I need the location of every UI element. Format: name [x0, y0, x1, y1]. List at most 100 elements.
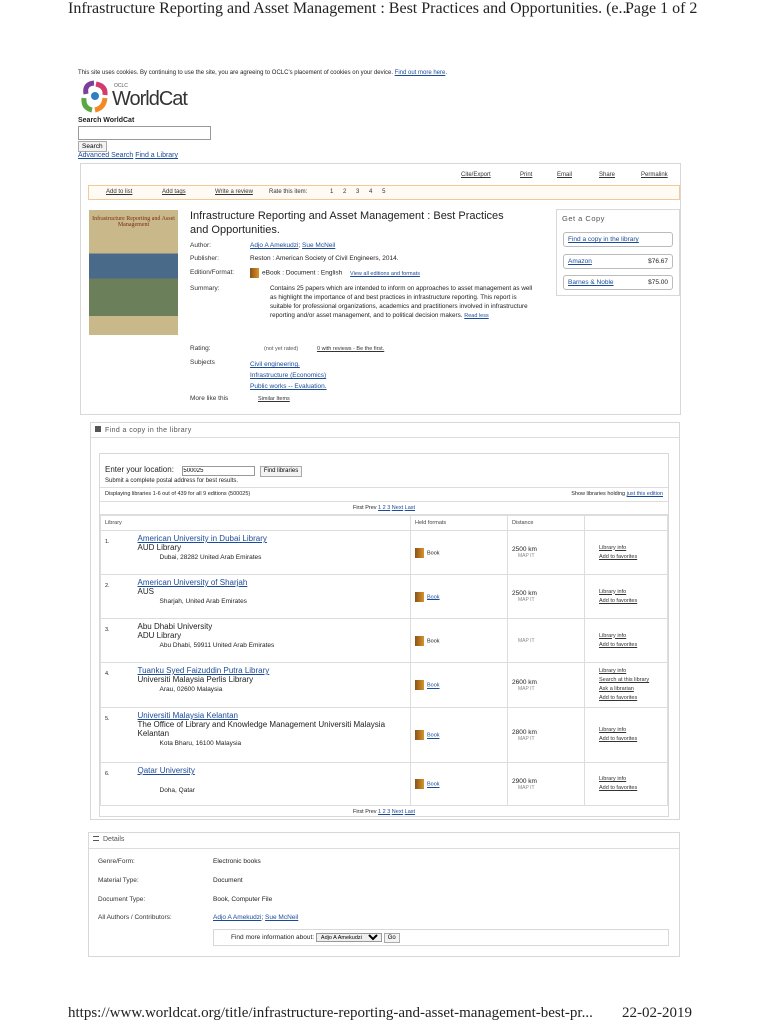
library-action-link[interactable]: Library info	[599, 545, 626, 551]
distance: 2500 km	[512, 590, 537, 597]
pager-prev: Prev	[365, 809, 377, 815]
book-icon	[415, 730, 424, 740]
seller-barnes-noble[interactable]: Barnes & Noble $75.00	[563, 275, 673, 290]
pager-pages[interactable]: 1 2 3	[378, 809, 390, 815]
similar-items-link[interactable]: Similar Items	[258, 396, 290, 402]
details-title: Details	[103, 836, 125, 843]
summary-text: Contains 25 papers which are intended to…	[270, 285, 533, 319]
edition-value: eBook : Document : English	[262, 269, 343, 277]
write-review-link[interactable]: Write a review	[215, 189, 253, 195]
library-address: Kota Bharu, 16100 Malaysia	[159, 740, 242, 747]
email-link[interactable]: Email	[557, 172, 572, 178]
collapse-icon[interactable]	[95, 426, 101, 432]
find-copy-link[interactable]: Find a copy in the library	[568, 236, 639, 243]
rating-options[interactable]: 1 2 3 4 5	[330, 189, 385, 195]
map-it-link[interactable]: MAP IT	[512, 686, 580, 692]
format-link[interactable]: Book	[427, 683, 440, 689]
library-action-link[interactable]: Library info	[599, 633, 626, 639]
library-name[interactable]: Universiti Malaysia Kelantan	[138, 711, 407, 720]
map-it-link[interactable]: MAP IT	[512, 785, 580, 791]
view-editions-link[interactable]: View all editions and formats	[350, 271, 420, 277]
add-to-list-link[interactable]: Add to list	[106, 189, 132, 195]
rate-4[interactable]: 4	[369, 189, 372, 195]
seller-name[interactable]: Barnes & Noble	[568, 279, 614, 286]
reviews-link[interactable]: 0 with reviews - Be the first.	[317, 346, 384, 352]
library-action-link[interactable]: Library info	[599, 589, 626, 595]
share-link[interactable]: Share	[599, 172, 615, 178]
search-button[interactable]: Search	[78, 141, 107, 152]
map-it-link[interactable]: MAP IT	[512, 553, 580, 559]
library-action-link[interactable]: Search at this library	[599, 677, 649, 683]
pager-next[interactable]: Next	[392, 809, 403, 815]
just-edition-link[interactable]: just this edition	[627, 491, 663, 497]
publisher-label: Publisher:	[190, 255, 219, 262]
print-link[interactable]: Print	[520, 172, 532, 178]
cite-export-link[interactable]: Cite/Export	[461, 172, 491, 178]
location-label: Enter your location:	[105, 465, 174, 474]
rate-1[interactable]: 1	[330, 189, 333, 195]
rate-2[interactable]: 2	[343, 189, 346, 195]
cookie-link[interactable]: Find out more here	[395, 70, 446, 76]
library-action-link[interactable]: Add to favorites	[599, 785, 637, 791]
collapse-icon[interactable]	[93, 836, 99, 841]
format-link[interactable]: Book	[427, 782, 440, 788]
library-action-link[interactable]: Add to favorites	[599, 554, 637, 560]
map-it-link[interactable]: MAP IT	[512, 597, 580, 603]
pager-prev: Prev	[365, 505, 377, 511]
format-link[interactable]: Book	[427, 638, 440, 644]
search-input[interactable]	[78, 126, 211, 140]
library-name[interactable]: American University of Sharjah	[138, 578, 407, 587]
find-library-link[interactable]: Find a Library	[135, 152, 178, 159]
author-link[interactable]: Sue McNeil	[265, 914, 298, 921]
library-action-link[interactable]: Library info	[599, 668, 626, 674]
find-copy-header[interactable]: Find a copy in the library	[91, 423, 679, 438]
publisher-value: Reston : American Society of Civil Engin…	[250, 255, 399, 262]
seller-amazon[interactable]: Amazon $76.67	[563, 254, 673, 269]
format-link[interactable]: Book	[427, 733, 440, 739]
library-action-link[interactable]: Add to favorites	[599, 598, 637, 604]
subject-link[interactable]: Civil engineering.	[250, 361, 300, 368]
find-libraries-button[interactable]: Find libraries	[259, 465, 303, 477]
read-less-link[interactable]: Read less	[464, 313, 488, 319]
library-action-link[interactable]: Library info	[599, 776, 626, 782]
map-it-link[interactable]: MAP IT	[512, 638, 580, 644]
author-link[interactable]: Adjo A Amekudzi	[213, 914, 261, 921]
col-distance[interactable]: Distance	[507, 515, 585, 531]
col-library: Library	[100, 515, 411, 531]
pager-last[interactable]: Last	[405, 505, 415, 511]
library-action-link[interactable]: Library info	[599, 727, 626, 733]
pager-next[interactable]: Next	[392, 505, 403, 511]
go-button[interactable]: Go	[383, 933, 400, 943]
subject-link[interactable]: Infrastructure (Economics)	[250, 372, 326, 379]
subject-link[interactable]: Public works -- Evaluation.	[250, 383, 327, 390]
rate-3[interactable]: 3	[356, 189, 359, 195]
library-action-link[interactable]: Ask a librarian	[599, 686, 634, 692]
pager-last[interactable]: Last	[405, 809, 415, 815]
library-name[interactable]: Tuanku Syed Faizuddin Putra Library	[138, 666, 407, 675]
find-more-select[interactable]: Adjo A Amekudzi	[315, 933, 382, 942]
worldcat-logo[interactable]: OCLC WorldCat	[80, 80, 200, 116]
pager-pages[interactable]: 1 2 3	[378, 505, 390, 511]
rating-label: Rating:	[190, 345, 211, 352]
author-link[interactable]: Adjo A Amekudzi	[250, 242, 298, 249]
add-tags-link[interactable]: Add tags	[162, 189, 186, 195]
row-number: 3.	[100, 618, 134, 663]
author-link[interactable]: Sue McNeil	[302, 242, 335, 249]
library-action-link[interactable]: Add to favorites	[599, 736, 637, 742]
details-header[interactable]: Details	[89, 833, 679, 849]
rate-5[interactable]: 5	[382, 189, 385, 195]
format-link[interactable]: Book	[427, 594, 440, 600]
library-name[interactable]: Qatar University	[138, 766, 407, 775]
library-name[interactable]: American University in Dubai Library	[138, 534, 407, 543]
format-link[interactable]: Book	[427, 550, 440, 556]
library-action-link[interactable]: Add to favorites	[599, 642, 637, 648]
distance: 2800 km	[512, 728, 537, 736]
seller-name[interactable]: Amazon	[568, 258, 592, 265]
find-copy-button[interactable]: Find a copy in the library	[563, 232, 673, 247]
location-input[interactable]	[182, 466, 256, 476]
permalink-link[interactable]: Permalink	[641, 172, 668, 178]
map-it-link[interactable]: MAP IT	[512, 736, 580, 742]
library-action-link[interactable]: Add to favorites	[599, 695, 637, 701]
seller-price: $76.67	[648, 258, 668, 265]
advanced-search-link[interactable]: Advanced Search	[78, 152, 133, 159]
